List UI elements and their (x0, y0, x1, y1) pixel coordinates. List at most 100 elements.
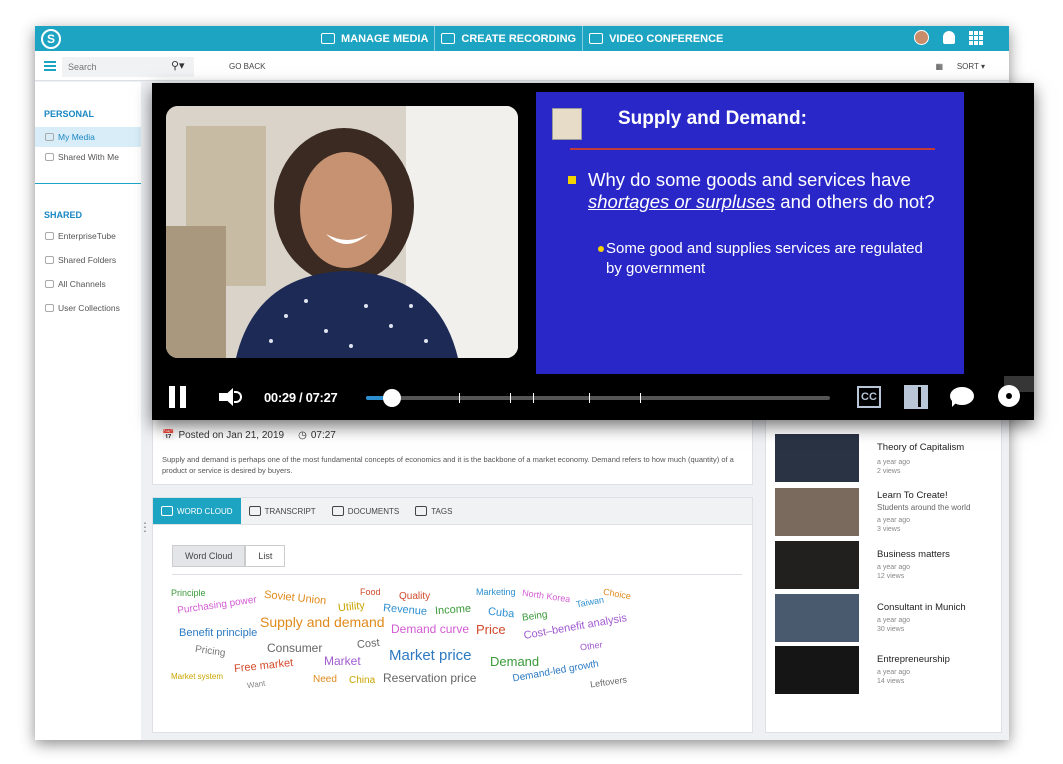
drag-handle-icon[interactable]: ⋮ (139, 520, 151, 534)
sidebar-item-enterprisetube[interactable]: EnterpriseTube (35, 226, 141, 246)
recording-icon (441, 33, 456, 44)
menu-icon[interactable] (44, 61, 56, 71)
tab-documents[interactable]: DOCUMENTS (324, 498, 408, 524)
cloud-word[interactable]: Demand (490, 654, 539, 669)
related-title[interactable]: Entrepreneurship (877, 654, 950, 665)
presenter-image (166, 106, 518, 358)
chapter-marker[interactable] (458, 393, 460, 403)
sidebar-item-label: Shared Folders (58, 255, 117, 265)
progress-handle[interactable] (382, 389, 401, 407)
cloud-word[interactable]: Cuba (487, 606, 514, 621)
view-grid-icon[interactable]: ▦ (935, 62, 943, 71)
layout-toggle-icon[interactable] (904, 385, 928, 409)
slide-bullet-1: Why do some goods and services have shor… (568, 169, 942, 213)
cloud-word[interactable]: Market system (171, 672, 223, 681)
cloud-word[interactable]: Supply and demand (260, 614, 385, 630)
related-title[interactable]: Consultant in Munich (877, 602, 966, 613)
progress-bar[interactable] (366, 389, 830, 407)
related-title[interactable]: Theory of Capitalism (877, 442, 964, 453)
app-logo-icon[interactable]: S (41, 29, 61, 49)
related-title[interactable]: Learn To Create! (877, 490, 948, 501)
chat-icon[interactable] (950, 387, 974, 407)
slide-divider (570, 148, 935, 150)
video-conference-button[interactable]: VIDEO CONFERENCE (583, 26, 729, 51)
cloud-word[interactable]: China (349, 675, 375, 686)
cloud-word[interactable]: Market price (389, 647, 472, 664)
posted-date: Posted on Jan 21, 2019 (178, 430, 285, 441)
create-recording-button[interactable]: CREATE RECORDING (435, 26, 584, 51)
sidebar-item-my-media[interactable]: My Media (35, 127, 141, 147)
slide-bullet-2: Some good and supplies services are regu… (598, 239, 936, 279)
cloud-word[interactable]: Reservation price (383, 671, 476, 685)
go-back-link[interactable]: GO BACK (229, 62, 265, 71)
chapter-marker[interactable] (588, 393, 590, 403)
manage-media-button[interactable]: MANAGE MEDIA (315, 26, 436, 51)
slide-portrait-image (552, 108, 582, 140)
cloud-word[interactable]: Price (476, 622, 506, 637)
cloud-word[interactable]: Marketing (476, 587, 516, 597)
detail-tabs: WORD CLOUD TRANSCRIPT DOCUMENTS TAGS (153, 498, 752, 525)
cloud-word[interactable]: Demand curve (391, 622, 469, 636)
related-meta: a year ago 12 views (877, 563, 910, 581)
slide-title: Supply and Demand: (618, 108, 807, 129)
related-item[interactable]: Business matters a year ago 12 views (775, 541, 1005, 593)
sidebar-item-user-collections[interactable]: User Collections (35, 298, 141, 318)
cloud-word[interactable]: Need (313, 674, 337, 685)
chapter-marker[interactable] (639, 393, 641, 403)
cloud-word[interactable]: Market (324, 654, 361, 668)
cloud-word[interactable]: Income (435, 603, 472, 617)
word-cloud-toggle-button[interactable]: Word Cloud (172, 545, 246, 567)
cloud-word[interactable]: Benefit principle (179, 627, 257, 639)
tab-label: WORD CLOUD (177, 506, 233, 516)
sidebar-divider (35, 183, 141, 184)
tab-transcript[interactable]: TRANSCRIPT (241, 498, 324, 524)
captions-button[interactable]: CC (857, 386, 881, 408)
tab-label: TRANSCRIPT (264, 506, 316, 516)
related-item[interactable]: Entrepreneurship a year ago 14 views (775, 646, 1005, 698)
cloud-word[interactable]: Principle (171, 588, 206, 598)
sidebar-item-all-channels[interactable]: All Channels (35, 274, 141, 294)
tab-word-cloud[interactable]: WORD CLOUD (153, 498, 241, 524)
video-player[interactable]: Supply and Demand: Why do some goods and… (152, 83, 1034, 420)
avatar[interactable] (914, 30, 929, 45)
notifications-icon[interactable] (943, 31, 955, 44)
sort-label: SORT (956, 62, 979, 71)
video-thumbnail[interactable] (775, 594, 859, 642)
share-icon (45, 153, 54, 161)
search-icon[interactable]: ⚲▾ (171, 59, 185, 72)
cloud-view-toggle: Word Cloud List (172, 545, 286, 567)
related-title[interactable]: Business matters (877, 549, 950, 560)
cloud-word[interactable]: Quality (399, 591, 430, 602)
settings-gear-icon[interactable] (998, 385, 1020, 407)
video-thumbnail[interactable] (775, 434, 859, 482)
cloud-word[interactable]: Consumer (267, 641, 322, 655)
chapter-marker[interactable] (533, 393, 535, 403)
chapter-marker[interactable] (509, 393, 511, 403)
apps-grid-icon[interactable] (969, 30, 983, 45)
related-item[interactable]: Theory of Capitalism a year ago 2 views (775, 434, 1005, 486)
cloud-word[interactable]: Food (360, 587, 381, 597)
related-views: 3 views (877, 526, 901, 533)
clock-icon: ◷ (298, 430, 307, 441)
related-age: a year ago (877, 517, 911, 524)
related-views: 12 views (877, 573, 905, 580)
sort-dropdown[interactable]: SORT ▾ (957, 62, 985, 71)
presentation-slide: Supply and Demand: Why do some goods and… (536, 92, 964, 374)
pause-icon[interactable] (169, 386, 187, 408)
video-thumbnail[interactable] (775, 541, 859, 589)
globe-icon (45, 232, 54, 240)
related-item[interactable]: Consultant in Munich a year ago 30 views (775, 594, 1005, 646)
tag-icon (415, 506, 428, 516)
manage-media-label: MANAGE MEDIA (341, 32, 429, 45)
sidebar-item-shared-with-me[interactable]: Shared With Me (35, 147, 141, 167)
video-thumbnail[interactable] (775, 646, 859, 694)
volume-icon[interactable] (219, 388, 245, 406)
video-thumbnail[interactable] (775, 488, 859, 536)
tab-tags[interactable]: TAGS (407, 498, 460, 524)
related-item[interactable]: Learn To Create! Students around the wor… (775, 488, 1005, 540)
sidebar-item-shared-folders[interactable]: Shared Folders (35, 250, 141, 270)
related-meta: a year ago 30 views (877, 616, 910, 634)
cloud-word[interactable]: Cost (356, 637, 380, 651)
list-toggle-button[interactable]: List (245, 545, 286, 567)
folder-icon (45, 256, 54, 264)
